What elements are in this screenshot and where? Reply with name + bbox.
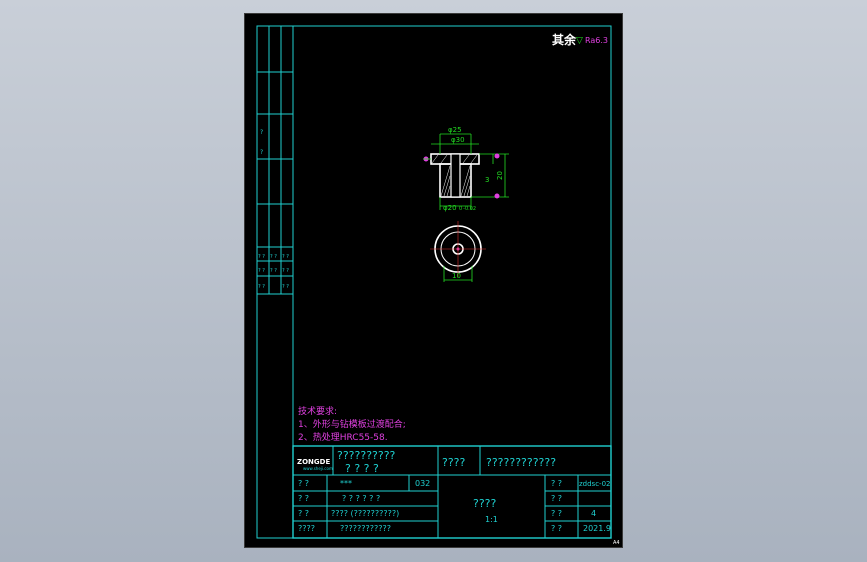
r3-label: ? ? — [551, 509, 562, 518]
dim-height-1: 3 — [485, 176, 489, 184]
strip-mark: ? ? — [270, 254, 277, 260]
school-sub: ? ? ? ? — [345, 462, 379, 475]
row3-mid: ???? (??????????) — [331, 509, 399, 518]
r1-label: ? ? — [551, 479, 562, 488]
dim-flange-diameter: φ30 — [451, 136, 465, 144]
strip-mark: ? ? — [258, 268, 265, 274]
part-label: ???? — [442, 456, 466, 469]
sheet-size-mark: A4 — [613, 540, 620, 546]
r1-value: zddsc-02 — [579, 480, 611, 488]
drawing-sheet: ? ? ? ? ? ? ? ? ? ? ? ? ? ? ? ? ? ? 其余 ▽… — [244, 13, 623, 548]
r3-value: 4 — [591, 509, 596, 518]
dim-bore: φ20 — [443, 204, 457, 212]
strip-mark: ? ? — [258, 254, 265, 260]
dim-thickness: 10 — [452, 272, 461, 280]
strip-mark: ? ? — [282, 284, 289, 290]
title-block: ZONGDE www.sheji.com ?????????? ? ? ? ? … — [292, 445, 612, 539]
scale: 1:1 — [485, 515, 498, 524]
row1-mid: *** — [340, 479, 352, 488]
strip-mark: ? ? — [258, 284, 265, 290]
top-view: 10 — [430, 221, 486, 282]
row4-left: ???? — [298, 524, 315, 533]
section-view: φ25 φ30 φ20 0 -0.02 3 20 — [423, 126, 509, 212]
roughness-note: 其余 ▽ Ra6.3 — [552, 32, 608, 47]
center-label: ???? — [473, 497, 497, 510]
strip-mark: ? ? — [282, 254, 289, 260]
logo-url: www.sheji.com — [303, 466, 333, 471]
r2-label: ? ? — [551, 494, 562, 503]
drawing-canvas: ? ? ? ? ? ? ? ? ? ? ? ? ? ? ? ? ? ? 其余 ▽… — [256, 25, 620, 546]
r4-value: 2021.9 — [583, 524, 611, 533]
row1-left: ? ? — [298, 479, 309, 488]
r4-label: ? ? — [551, 524, 562, 533]
left-strip: ? ? ? ? ? ? ? ? ? ? ? ? ? ? ? ? ? ? — [257, 26, 294, 538]
dim-height-2: 20 — [496, 171, 504, 180]
logo: ZONGDE — [297, 458, 330, 466]
strip-mark: ? ? — [270, 268, 277, 274]
part-name: ???????????? — [486, 456, 556, 469]
strip-mark: ? — [260, 149, 263, 156]
school-name: ?????????? — [337, 449, 396, 462]
row2-left: ? ? — [298, 494, 309, 503]
row4-mid: ???????????? — [340, 524, 391, 533]
row3-left: ? ? — [298, 509, 309, 518]
roughness-label: 其余 — [552, 32, 577, 47]
roughness-symbol: ▽ — [576, 36, 583, 46]
row2-mid: ? ? ? ? ? ? — [342, 494, 380, 503]
strip-mark: ? ? — [282, 268, 289, 274]
dim-bore-tolerance: 0 -0.02 — [459, 206, 476, 212]
strip-mark: ? — [260, 129, 263, 136]
tech-line-2: 2、热处理HRC55-58. — [298, 431, 388, 443]
tech-title: 技术要求: — [298, 405, 337, 417]
dim-outer-diameter: φ25 — [448, 126, 462, 134]
tech-line-1: 1、外形与钻模板过渡配合; — [298, 418, 406, 430]
tech-requirements: 技术要求: 1、外形与钻模板过渡配合; 2、热处理HRC55-58. — [298, 405, 406, 443]
row1-num: 032 — [415, 479, 430, 488]
roughness-value: Ra6.3 — [585, 36, 608, 45]
